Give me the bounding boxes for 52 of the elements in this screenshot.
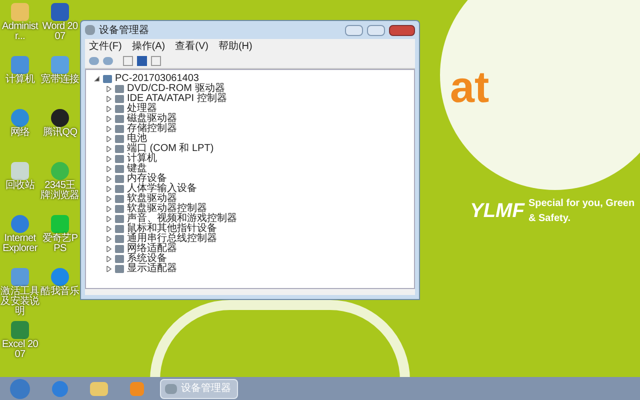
expand-triangle-icon[interactable] — [106, 246, 112, 252]
menu-item[interactable]: 文件(F) — [89, 38, 122, 54]
close-button[interactable] — [389, 24, 415, 36]
tree-item[interactable]: PC-201703061403 — [115, 74, 199, 84]
tree-item[interactable]: 计算机 — [127, 154, 157, 164]
expand-triangle-icon[interactable] — [106, 256, 112, 262]
expand-triangle-icon[interactable] — [106, 106, 112, 112]
tree-item[interactable]: 电池 — [127, 134, 147, 144]
tree-item[interactable]: 网络适配器 — [127, 244, 177, 254]
expand-triangle-icon[interactable] — [106, 96, 112, 102]
tree-item[interactable]: DVD/CD-ROM 驱动器 — [127, 84, 225, 94]
expand-triangle-icon[interactable] — [106, 216, 112, 222]
tree-item[interactable]: 软盘驱动器控制器 — [127, 204, 207, 214]
tree-item[interactable]: 通用串行总线控制器 — [127, 234, 217, 244]
tree-item[interactable]: 软盘驱动器 — [127, 194, 177, 204]
tree-item[interactable]: 显示适配器 — [127, 264, 177, 274]
start-button[interactable] — [10, 378, 30, 398]
tree-item[interactable]: IDE ATA/ATAPI 控制器 — [127, 94, 227, 104]
menu-item[interactable]: 操作(A) — [132, 38, 166, 54]
expand-triangle-icon[interactable] — [106, 116, 112, 122]
tree-item[interactable]: 处理器 — [127, 104, 157, 114]
minimize-button[interactable] — [345, 24, 363, 36]
tree-item[interactable]: 端口 (COM 和 LPT) — [127, 144, 214, 154]
tree-item[interactable]: 磁盘驱动器 — [127, 114, 177, 124]
expand-triangle-icon[interactable] — [106, 176, 112, 182]
expand-triangle-icon[interactable] — [106, 226, 112, 232]
tree-item[interactable]: 键盘 — [127, 164, 147, 174]
tree-item[interactable]: 声音、视频和游戏控制器 — [127, 214, 237, 224]
expand-triangle-icon[interactable] — [106, 156, 112, 162]
expand-triangle-icon[interactable] — [106, 136, 112, 142]
expand-triangle-icon[interactable] — [106, 126, 112, 132]
menu-item[interactable]: 查看(V) — [175, 38, 208, 54]
window-title: 设备管理器 — [99, 24, 150, 38]
menu-item[interactable]: 帮助(H) — [218, 38, 252, 54]
tree-item[interactable]: 存储控制器 — [127, 124, 177, 134]
slogan-text: Special for you, Green & Safety. — [528, 197, 636, 226]
tree-item[interactable]: 鼠标和其他指针设备 — [127, 224, 217, 234]
tree-item[interactable]: 系统设备 — [127, 254, 167, 264]
expand-triangle-icon[interactable] — [106, 86, 112, 92]
expand-triangle-icon[interactable] — [106, 206, 112, 212]
tree-item[interactable]: 人体学输入设备 — [127, 184, 197, 194]
brand-logo: YLMF — [470, 199, 524, 224]
tree-item[interactable]: 内存设备 — [127, 174, 167, 184]
expand-triangle-icon[interactable] — [106, 196, 112, 202]
maximize-button[interactable] — [367, 24, 385, 36]
collapse-triangle-icon[interactable] — [94, 76, 100, 82]
expand-triangle-icon[interactable] — [106, 236, 112, 242]
expand-triangle-icon[interactable] — [106, 166, 112, 172]
expand-triangle-icon[interactable] — [106, 186, 112, 192]
wallpaper-logo-text: at — [450, 62, 490, 114]
expand-triangle-icon[interactable] — [106, 266, 112, 272]
expand-triangle-icon[interactable] — [106, 146, 112, 152]
